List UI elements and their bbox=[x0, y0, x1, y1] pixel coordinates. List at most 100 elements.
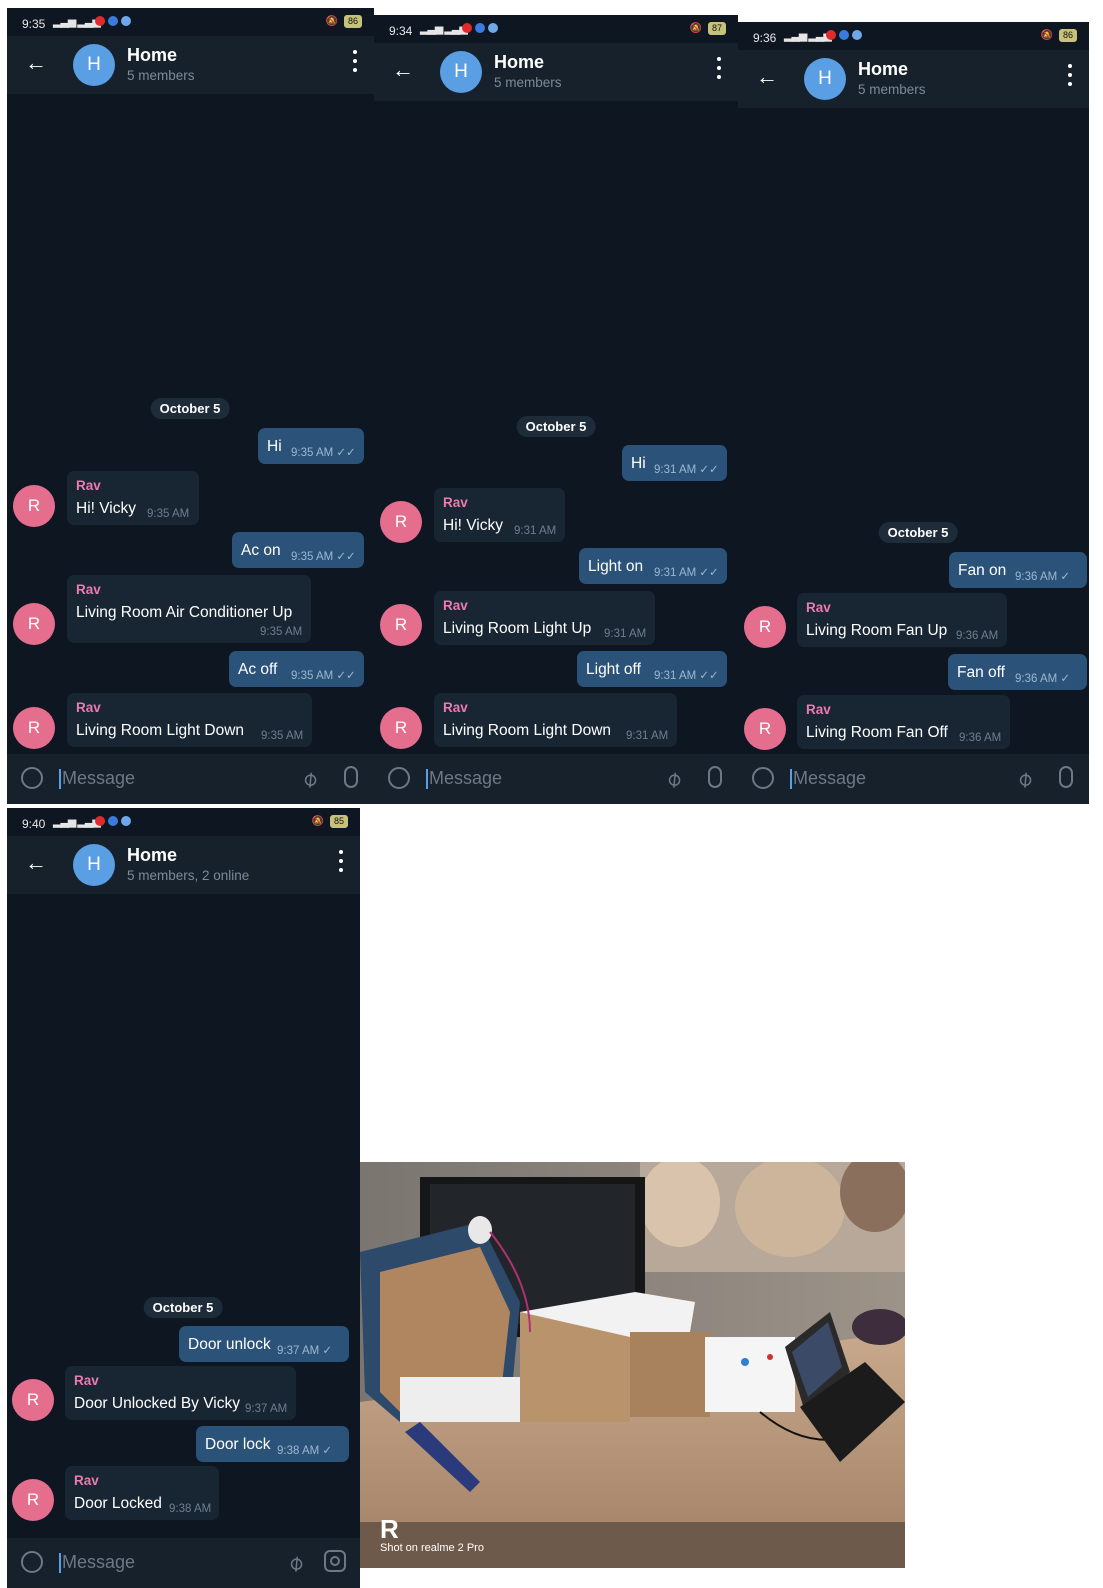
incoming-message[interactable]: Rav Living Room Air Conditioner Up 9:35 … bbox=[67, 575, 311, 643]
notification-icons bbox=[826, 30, 862, 40]
notification-icons bbox=[95, 16, 131, 26]
incoming-message[interactable]: Rav Hi! Vicky 9:35 AM bbox=[67, 471, 199, 525]
sent-tick-icon: ✓ bbox=[322, 1445, 333, 1457]
status-bar: 9:40 ▂▃▅ ▂▃▅ 🔕 85 bbox=[7, 808, 360, 836]
emoji-icon[interactable] bbox=[752, 767, 774, 789]
message-text: Door Unlocked By Vicky bbox=[74, 1395, 240, 1412]
user-avatar[interactable]: R bbox=[13, 707, 55, 749]
incoming-message[interactable]: Rav Door Locked 9:38 AM bbox=[65, 1466, 219, 1520]
more-menu-icon[interactable] bbox=[716, 57, 722, 79]
status-time: 9:36 bbox=[753, 31, 777, 45]
user-avatar[interactable]: R bbox=[380, 707, 422, 749]
user-avatar[interactable]: R bbox=[744, 708, 786, 750]
attach-icon[interactable]: ⌀ bbox=[1011, 765, 1038, 793]
message-text: Living Room Fan Off bbox=[806, 724, 948, 741]
chat-subtitle: 5 members bbox=[494, 75, 562, 90]
outgoing-message[interactable]: Ac on 9:35 AM ✓✓ bbox=[232, 532, 364, 568]
message-text: Living Room Air Conditioner Up bbox=[76, 604, 293, 621]
outgoing-message[interactable]: Ac off 9:35 AM ✓✓ bbox=[229, 651, 364, 687]
incoming-message[interactable]: Rav Living Room Light Down 9:31 AM bbox=[434, 693, 677, 747]
sender-name[interactable]: Rav bbox=[443, 700, 468, 715]
message-text: Hi bbox=[631, 455, 646, 472]
message-composer: Message ⌀ bbox=[738, 754, 1089, 804]
message-input[interactable]: Message bbox=[793, 768, 866, 789]
sender-name[interactable]: Rav bbox=[76, 700, 101, 715]
more-menu-icon[interactable] bbox=[1067, 64, 1073, 86]
group-avatar[interactable]: H bbox=[73, 844, 115, 886]
outgoing-message[interactable]: Light off 9:31 AM ✓✓ bbox=[577, 651, 727, 687]
status-time: 9:35 bbox=[22, 17, 46, 31]
incoming-message[interactable]: Rav Living Room Fan Off 9:36 AM bbox=[797, 695, 1010, 749]
message-input[interactable]: Message bbox=[62, 768, 135, 789]
sender-name[interactable]: Rav bbox=[76, 478, 101, 493]
chat-title[interactable]: Home bbox=[127, 845, 177, 866]
chat-header: ← H Home 5 members, 2 online bbox=[7, 836, 360, 894]
user-avatar[interactable]: R bbox=[744, 606, 786, 648]
more-menu-icon[interactable] bbox=[338, 850, 344, 872]
sender-name[interactable]: Rav bbox=[76, 582, 101, 597]
outgoing-message[interactable]: Door lock 9:38 AM ✓ bbox=[196, 1426, 349, 1462]
message-time: 9:31 AM ✓✓ bbox=[654, 567, 719, 579]
outgoing-message[interactable]: Door unlock 9:37 AM ✓ bbox=[179, 1326, 349, 1362]
user-avatar[interactable]: R bbox=[380, 501, 422, 543]
back-arrow-icon[interactable]: ← bbox=[756, 64, 778, 90]
microphone-icon[interactable] bbox=[1059, 766, 1073, 788]
outgoing-message[interactable]: Fan on 9:36 AM ✓ bbox=[949, 552, 1087, 588]
message-time: 9:36 AM ✓ bbox=[1015, 571, 1071, 583]
camera-icon[interactable] bbox=[324, 1550, 346, 1572]
message-text: Living Room Light Down bbox=[76, 722, 245, 739]
read-ticks-icon: ✓✓ bbox=[699, 670, 719, 682]
chat-header: ← H Home 5 members bbox=[7, 36, 374, 94]
sender-name[interactable]: Rav bbox=[74, 1473, 99, 1488]
chat-subtitle: 5 members bbox=[858, 82, 926, 97]
message-text: Ac on bbox=[241, 542, 281, 559]
outgoing-message[interactable]: Hi 9:31 AM ✓✓ bbox=[622, 445, 727, 481]
group-avatar[interactable]: H bbox=[73, 44, 115, 86]
sender-name[interactable]: Rav bbox=[806, 702, 831, 717]
group-avatar[interactable]: H bbox=[440, 51, 482, 93]
message-input[interactable]: Message bbox=[429, 768, 502, 789]
chat-title[interactable]: Home bbox=[127, 45, 177, 66]
message-input[interactable]: Message bbox=[62, 1552, 135, 1573]
incoming-message[interactable]: Rav Living Room Light Down 9:35 AM bbox=[67, 693, 312, 747]
emoji-icon[interactable] bbox=[388, 767, 410, 789]
attach-icon[interactable]: ⌀ bbox=[660, 765, 687, 793]
battery-icon: 85 bbox=[329, 815, 348, 828]
user-avatar[interactable]: R bbox=[13, 603, 55, 645]
sender-name[interactable]: Rav bbox=[443, 495, 468, 510]
status-right: 🔕 85 bbox=[312, 815, 348, 828]
microphone-icon[interactable] bbox=[344, 766, 358, 788]
mute-icon: 🔕 bbox=[325, 16, 338, 27]
sender-name[interactable]: Rav bbox=[806, 600, 831, 615]
emoji-icon[interactable] bbox=[21, 767, 43, 789]
photo-watermark: R Shot on realme 2 Pro bbox=[380, 1516, 484, 1554]
incoming-message[interactable]: Rav Living Room Fan Up 9:36 AM bbox=[797, 593, 1007, 647]
user-avatar[interactable]: R bbox=[380, 604, 422, 646]
attach-icon[interactable]: ⌀ bbox=[282, 1549, 309, 1577]
message-text: Hi bbox=[267, 438, 282, 455]
more-menu-icon[interactable] bbox=[352, 50, 358, 72]
back-arrow-icon[interactable]: ← bbox=[25, 850, 47, 876]
chat-title[interactable]: Home bbox=[494, 52, 544, 73]
outgoing-message[interactable]: Hi 9:35 AM ✓✓ bbox=[258, 428, 364, 464]
user-avatar[interactable]: R bbox=[12, 1479, 54, 1521]
sender-name[interactable]: Rav bbox=[74, 1373, 99, 1388]
incoming-message[interactable]: Rav Hi! Vicky 9:31 AM bbox=[434, 488, 565, 542]
group-avatar[interactable]: H bbox=[804, 58, 846, 100]
incoming-message[interactable]: Rav Living Room Light Up 9:31 AM bbox=[434, 591, 655, 645]
back-arrow-icon[interactable]: ← bbox=[392, 57, 414, 83]
microphone-icon[interactable] bbox=[708, 766, 722, 788]
outgoing-message[interactable]: Fan off 9:36 AM ✓ bbox=[948, 654, 1087, 690]
attach-icon[interactable]: ⌀ bbox=[296, 765, 323, 793]
read-ticks-icon: ✓✓ bbox=[336, 551, 356, 563]
sender-name[interactable]: Rav bbox=[443, 598, 468, 613]
realme-logo-icon: R bbox=[380, 1514, 399, 1544]
user-avatar[interactable]: R bbox=[12, 1379, 54, 1421]
user-avatar[interactable]: R bbox=[13, 485, 55, 527]
outgoing-message[interactable]: Light on 9:31 AM ✓✓ bbox=[579, 548, 727, 584]
back-arrow-icon[interactable]: ← bbox=[25, 50, 47, 76]
message-text: Hi! Vicky bbox=[443, 517, 504, 534]
incoming-message[interactable]: Rav Door Unlocked By Vicky 9:37 AM bbox=[65, 1366, 296, 1420]
emoji-icon[interactable] bbox=[21, 1551, 43, 1573]
chat-title[interactable]: Home bbox=[858, 59, 908, 80]
